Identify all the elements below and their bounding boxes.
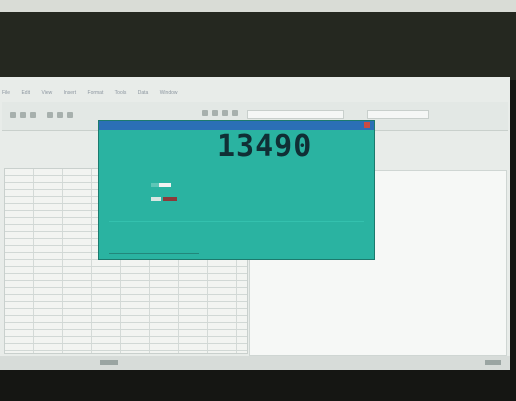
- toolbar-button-icon[interactable]: [20, 112, 26, 118]
- toolbar-button-icon[interactable]: [232, 110, 238, 116]
- toolbar-button-icon[interactable]: [212, 110, 218, 116]
- menu-item-data[interactable]: Data: [138, 90, 149, 96]
- taskbar: [0, 356, 510, 370]
- indicator-swatch: [159, 183, 171, 187]
- indicator-swatch: [151, 183, 159, 187]
- taskbar-item[interactable]: [100, 360, 118, 365]
- counter-display: 13490: [217, 129, 313, 164]
- toolbar-right-group[interactable]: [448, 106, 506, 128]
- toolbar-button-icon[interactable]: [10, 112, 16, 118]
- toolbar-button-icon[interactable]: [57, 112, 63, 118]
- toolbar-button-icon[interactable]: [47, 112, 53, 118]
- wall-background: [0, 0, 516, 12]
- clock-icon: [485, 360, 501, 365]
- menu-item-format[interactable]: Format: [88, 90, 104, 96]
- toolbar-button-icon[interactable]: [202, 110, 208, 116]
- menu-item-insert[interactable]: Insert: [64, 90, 77, 96]
- counter-dialog: 13490: [98, 120, 375, 260]
- close-icon[interactable]: [364, 122, 370, 128]
- menu-item-window[interactable]: Window: [160, 90, 178, 96]
- indicator-swatch: [163, 197, 177, 201]
- menu-item-tools[interactable]: Tools: [115, 90, 127, 96]
- menu-item-edit[interactable]: Edit: [21, 90, 30, 96]
- menu-item-view[interactable]: View: [41, 90, 52, 96]
- dialog-divider: [109, 221, 364, 222]
- font-name-field[interactable]: [247, 110, 344, 119]
- toolbar-button-icon[interactable]: [67, 112, 73, 118]
- monitor-bezel-top: [0, 0, 516, 80]
- toolbar-button-icon[interactable]: [30, 112, 36, 118]
- toolbar-button-icon[interactable]: [222, 110, 228, 116]
- menu-bar: File Edit View Insert Format Tools Data …: [2, 90, 508, 101]
- dialog-footer-line: [109, 253, 199, 254]
- indicator-swatch: [151, 197, 161, 201]
- font-size-field[interactable]: [367, 110, 429, 119]
- menu-item-file[interactable]: File: [2, 90, 10, 96]
